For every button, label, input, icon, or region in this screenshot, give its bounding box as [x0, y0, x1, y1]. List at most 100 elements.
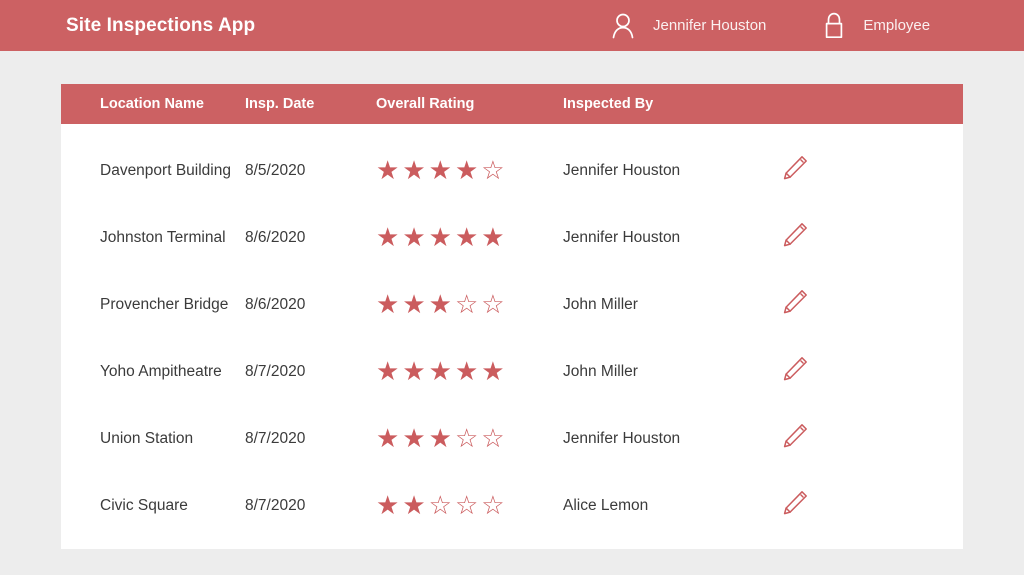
- column-header-inspected-by[interactable]: Inspected By: [563, 96, 775, 112]
- cell-inspected-by: John Miller: [563, 363, 775, 381]
- edit-row-button[interactable]: [775, 352, 815, 392]
- star-filled-icon[interactable]: ★: [429, 426, 452, 452]
- star-filled-icon[interactable]: ★: [376, 158, 399, 184]
- cell-inspected-by: Alice Lemon: [563, 497, 775, 515]
- star-rating[interactable]: ★★☆☆☆: [376, 493, 563, 519]
- cell-inspected-by: John Miller: [563, 296, 775, 314]
- cell-insp-date: 8/7/2020: [245, 430, 376, 448]
- column-header-overall-rating[interactable]: Overall Rating: [376, 96, 563, 112]
- pencil-icon: [780, 220, 810, 255]
- cell-actions: [775, 151, 924, 191]
- user-account-chip[interactable]: Jennifer Houston: [610, 0, 766, 51]
- star-filled-icon[interactable]: ★: [376, 359, 399, 385]
- app-root: Site Inspections App Jennifer Houston: [0, 0, 1024, 575]
- cell-actions: [775, 218, 924, 258]
- table-body: Davenport Building8/5/2020★★★★☆Jennifer …: [61, 124, 963, 539]
- star-empty-icon[interactable]: ☆: [481, 426, 504, 452]
- star-filled-icon[interactable]: ★: [455, 225, 478, 251]
- cell-actions: [775, 285, 924, 325]
- star-filled-icon[interactable]: ★: [455, 158, 478, 184]
- cell-location-name: Union Station: [61, 430, 245, 448]
- star-filled-icon[interactable]: ★: [376, 225, 399, 251]
- edit-row-button[interactable]: [775, 151, 815, 191]
- cell-actions: [775, 419, 924, 459]
- edit-row-button[interactable]: [775, 218, 815, 258]
- table-row[interactable]: Yoho Ampitheatre8/7/2020★★★★★John Miller: [61, 338, 963, 405]
- star-filled-icon[interactable]: ★: [402, 426, 425, 452]
- cell-location-name: Yoho Ampitheatre: [61, 363, 245, 381]
- app-header: Site Inspections App Jennifer Houston: [0, 0, 1024, 51]
- star-empty-icon[interactable]: ☆: [455, 426, 478, 452]
- cell-location-name: Johnston Terminal: [61, 229, 245, 247]
- edit-row-button[interactable]: [775, 486, 815, 526]
- app-header-right: Jennifer Houston Employee: [610, 0, 930, 51]
- star-filled-icon[interactable]: ★: [481, 359, 504, 385]
- cell-inspected-by: Jennifer Houston: [563, 430, 775, 448]
- cell-overall-rating[interactable]: ★★★★☆: [376, 158, 563, 184]
- edit-row-button[interactable]: [775, 419, 815, 459]
- star-rating[interactable]: ★★★☆☆: [376, 292, 563, 318]
- user-name-label: Jennifer Houston: [653, 17, 766, 34]
- star-rating[interactable]: ★★★★☆: [376, 158, 563, 184]
- cell-insp-date: 8/5/2020: [245, 162, 376, 180]
- cell-inspected-by: Jennifer Houston: [563, 162, 775, 180]
- cell-insp-date: 8/7/2020: [245, 497, 376, 515]
- table-row[interactable]: Civic Square8/7/2020★★☆☆☆Alice Lemon: [61, 472, 963, 539]
- table-row[interactable]: Union Station8/7/2020★★★☆☆Jennifer Houst…: [61, 405, 963, 472]
- star-filled-icon[interactable]: ★: [429, 225, 452, 251]
- cell-inspected-by: Jennifer Houston: [563, 229, 775, 247]
- user-role-label: Employee: [863, 17, 930, 34]
- star-filled-icon[interactable]: ★: [429, 359, 452, 385]
- table-header-row: Location Name Insp. Date Overall Rating …: [61, 84, 963, 124]
- pencil-icon: [780, 488, 810, 523]
- star-empty-icon[interactable]: ☆: [481, 493, 504, 519]
- star-empty-icon[interactable]: ☆: [455, 292, 478, 318]
- column-header-location-name[interactable]: Location Name: [61, 96, 245, 112]
- star-filled-icon[interactable]: ★: [455, 359, 478, 385]
- star-empty-icon[interactable]: ☆: [481, 292, 504, 318]
- cell-overall-rating[interactable]: ★★★★★: [376, 359, 563, 385]
- inspections-card: Location Name Insp. Date Overall Rating …: [61, 84, 963, 549]
- cell-location-name: Davenport Building: [61, 162, 245, 180]
- star-filled-icon[interactable]: ★: [481, 225, 504, 251]
- star-filled-icon[interactable]: ★: [376, 493, 399, 519]
- cell-insp-date: 8/6/2020: [245, 229, 376, 247]
- star-rating[interactable]: ★★★★★: [376, 359, 563, 385]
- star-filled-icon[interactable]: ★: [429, 292, 452, 318]
- star-filled-icon[interactable]: ★: [402, 158, 425, 184]
- table-row[interactable]: Johnston Terminal8/6/2020★★★★★Jennifer H…: [61, 204, 963, 271]
- user-role-chip[interactable]: Employee: [822, 0, 930, 51]
- cell-insp-date: 8/6/2020: [245, 296, 376, 314]
- pencil-icon: [780, 287, 810, 322]
- cell-location-name: Provencher Bridge: [61, 296, 245, 314]
- cell-overall-rating[interactable]: ★★☆☆☆: [376, 493, 563, 519]
- cell-actions: [775, 486, 924, 526]
- star-empty-icon[interactable]: ☆: [455, 493, 478, 519]
- pencil-icon: [780, 354, 810, 389]
- star-filled-icon[interactable]: ★: [376, 292, 399, 318]
- pencil-icon: [780, 153, 810, 188]
- pencil-icon: [780, 421, 810, 456]
- star-filled-icon[interactable]: ★: [402, 225, 425, 251]
- cell-overall-rating[interactable]: ★★★☆☆: [376, 292, 563, 318]
- cell-overall-rating[interactable]: ★★★☆☆: [376, 426, 563, 452]
- app-title: Site Inspections App: [66, 15, 255, 37]
- table-row[interactable]: Davenport Building8/5/2020★★★★☆Jennifer …: [61, 137, 963, 204]
- cell-location-name: Civic Square: [61, 497, 245, 515]
- edit-row-button[interactable]: [775, 285, 815, 325]
- star-filled-icon[interactable]: ★: [402, 359, 425, 385]
- star-rating[interactable]: ★★★★★: [376, 225, 563, 251]
- table-row[interactable]: Provencher Bridge8/6/2020★★★☆☆John Mille…: [61, 271, 963, 338]
- lock-icon: [822, 11, 846, 41]
- star-empty-icon[interactable]: ☆: [481, 158, 504, 184]
- star-filled-icon[interactable]: ★: [429, 158, 452, 184]
- star-filled-icon[interactable]: ★: [376, 426, 399, 452]
- person-icon: [610, 12, 636, 40]
- cell-overall-rating[interactable]: ★★★★★: [376, 225, 563, 251]
- star-empty-icon[interactable]: ☆: [429, 493, 452, 519]
- column-header-insp-date[interactable]: Insp. Date: [245, 96, 376, 112]
- star-rating[interactable]: ★★★☆☆: [376, 426, 563, 452]
- star-filled-icon[interactable]: ★: [402, 493, 425, 519]
- star-filled-icon[interactable]: ★: [402, 292, 425, 318]
- cell-actions: [775, 352, 924, 392]
